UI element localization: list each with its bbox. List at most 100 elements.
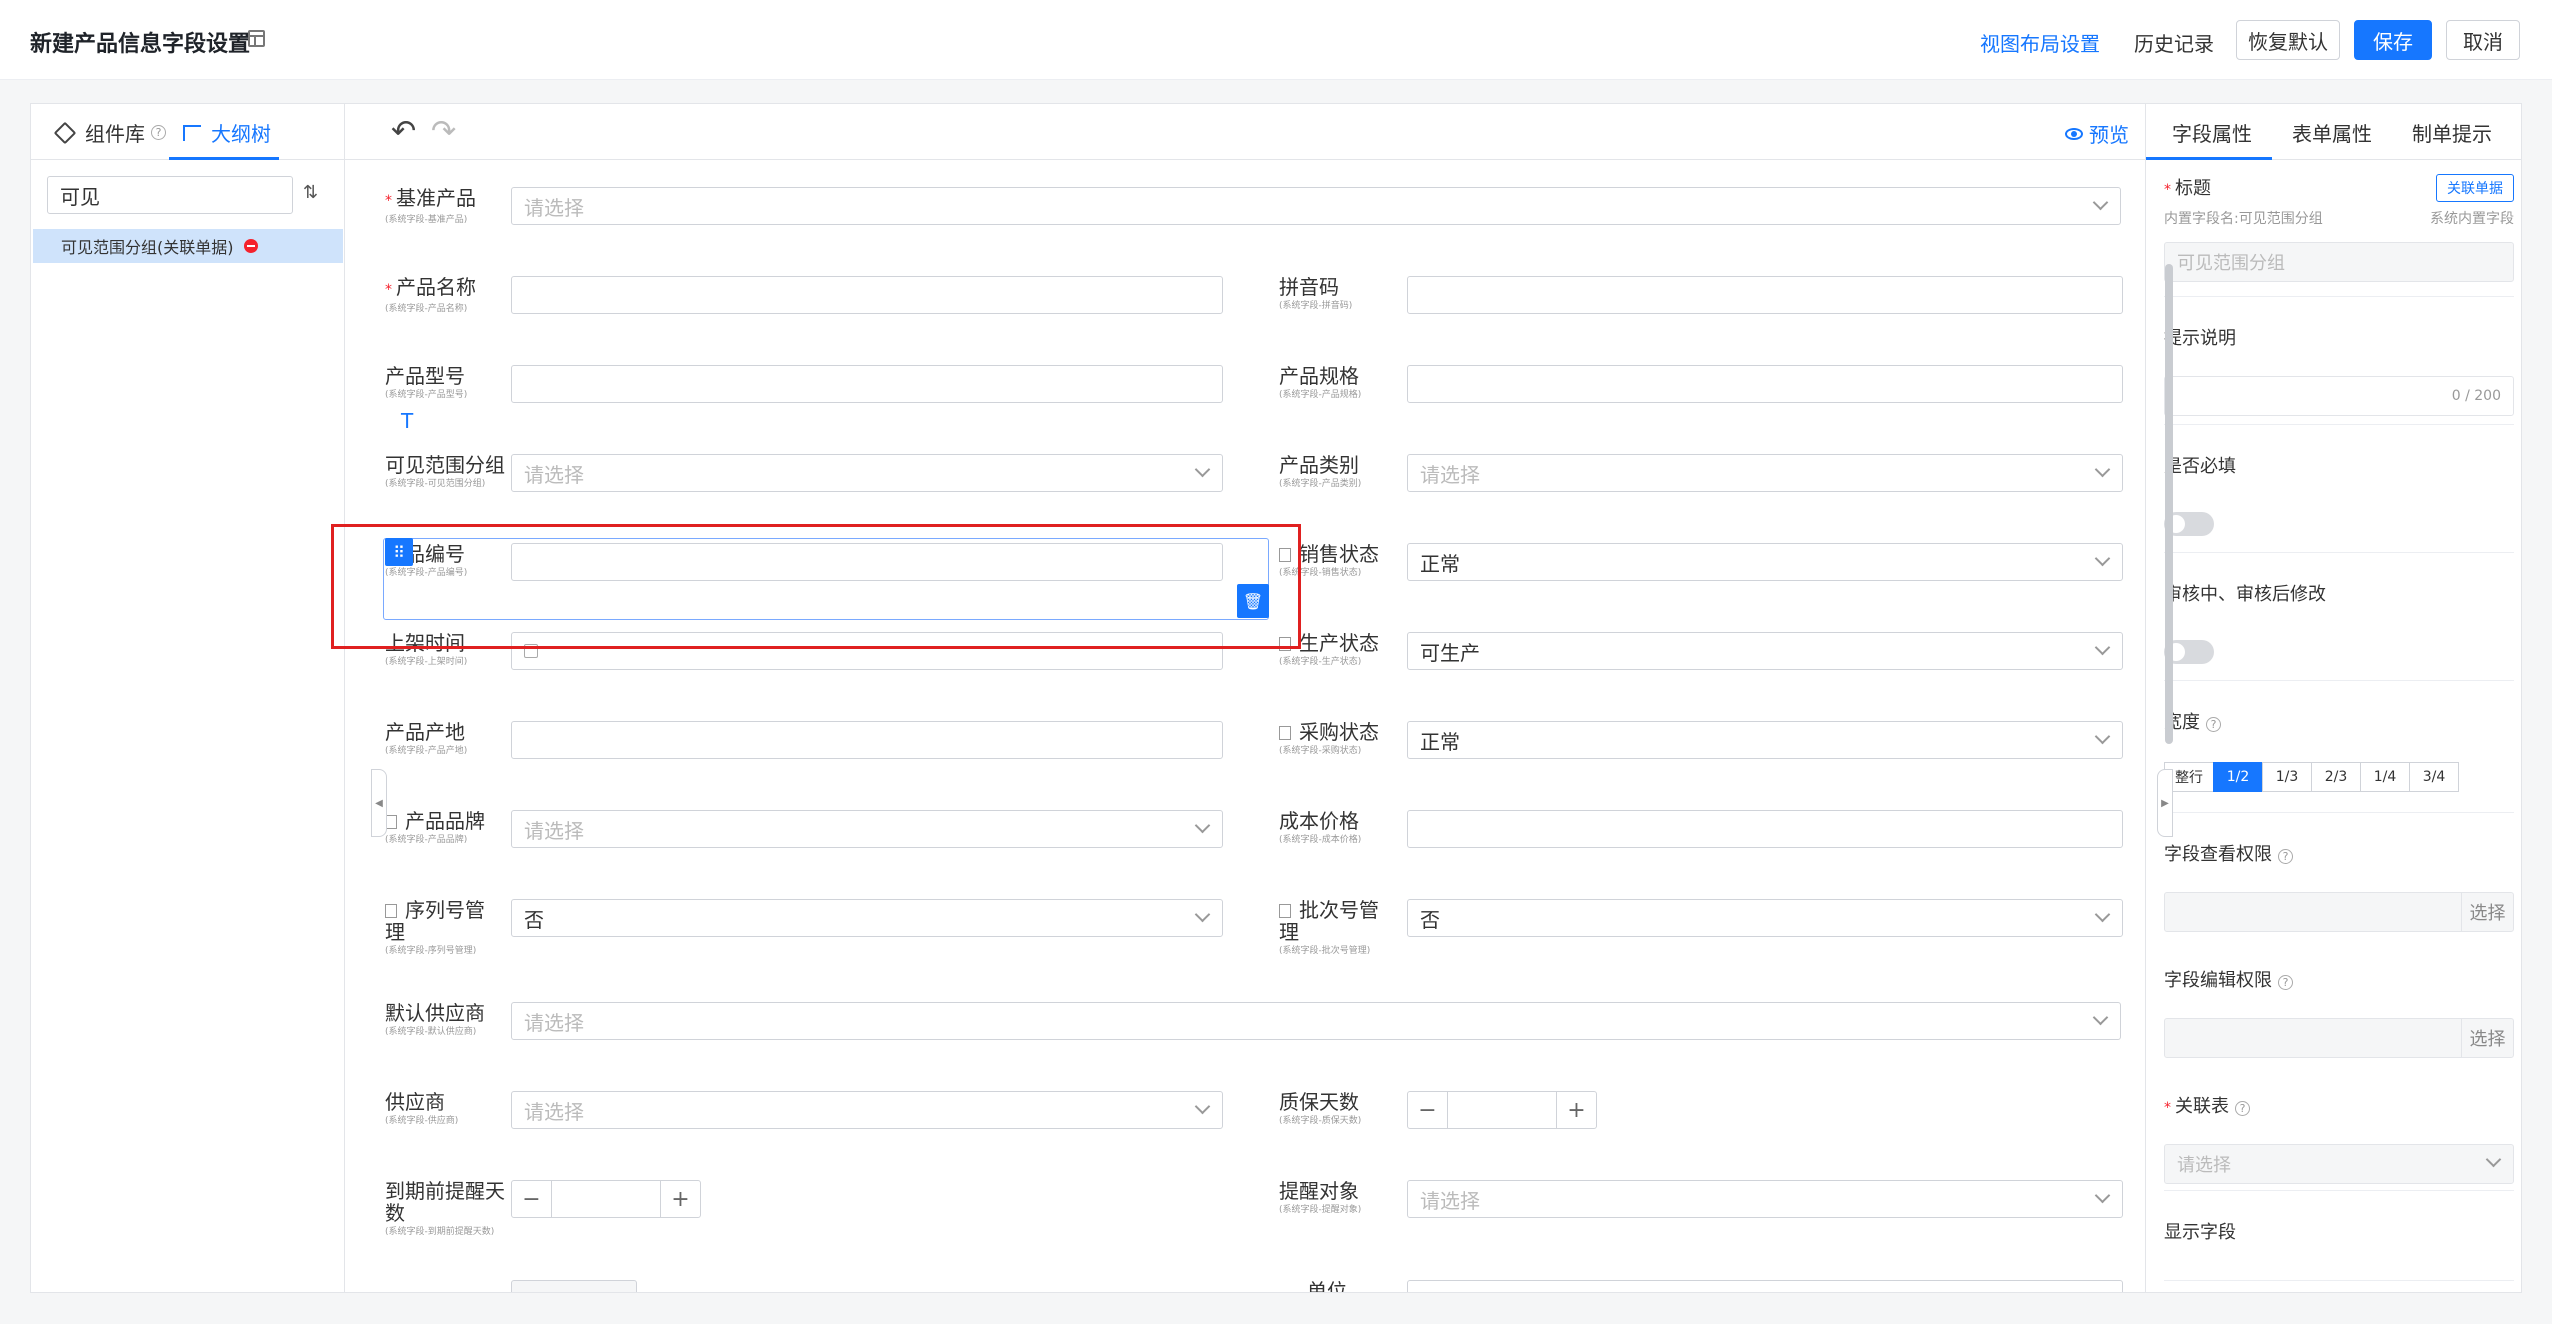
- tab-field-props[interactable]: 字段属性: [2172, 118, 2252, 147]
- field-pinyin[interactable]: 拼音码 (系统字段-拼音码): [1279, 276, 2123, 336]
- field-base-product[interactable]: * 基准产品 (系统字段-基准产品) 请选择: [385, 187, 2121, 247]
- chevron-down-icon: [2094, 550, 2111, 567]
- field-cutoff-left[interactable]: [385, 1280, 1245, 1292]
- field-batch[interactable]: 批次号管理 (系统字段-批次号管理) 否: [1279, 898, 2123, 959]
- visible-group-select[interactable]: 请选择: [511, 454, 1223, 492]
- sales-status-select[interactable]: 正常: [1407, 543, 2123, 581]
- cancel-button[interactable]: 取消: [2446, 20, 2520, 60]
- field-sales-status[interactable]: 销售状态 (系统字段-销售状态) 正常: [1279, 543, 2123, 603]
- field-label: 批次号管理: [1279, 898, 1379, 944]
- field-cost[interactable]: 成本价格 (系统字段-成本价格): [1279, 810, 2123, 870]
- collapse-right-handle[interactable]: ▶: [2157, 769, 2173, 837]
- width-option[interactable]: 2/3: [2311, 762, 2361, 792]
- history-link[interactable]: 历史记录: [2134, 28, 2214, 57]
- field-prod-status[interactable]: 生产状态 (系统字段-生产状态) 可生产: [1279, 632, 2123, 692]
- page-title: 新建产品信息字段设置: [30, 32, 251, 57]
- field-label: 产品名称: [396, 275, 476, 299]
- undo-icon[interactable]: ↶: [391, 114, 416, 149]
- unit-select[interactable]: [1407, 1280, 2123, 1292]
- plus-button[interactable]: +: [1556, 1092, 1596, 1128]
- expiry-remind-stepper[interactable]: − +: [511, 1180, 701, 1218]
- field-label: 采购状态: [1299, 720, 1379, 744]
- field-expiry-remind[interactable]: 到期前提醒天数 (系统字段-到期前提醒天数) − +: [385, 1180, 1245, 1240]
- field-category[interactable]: 产品类别 (系统字段-产品类别) 请选择: [1279, 454, 2123, 514]
- cost-input[interactable]: [1407, 810, 2123, 848]
- pick-button[interactable]: 选择: [2461, 1019, 2513, 1057]
- purchase-status-select[interactable]: 正常: [1407, 721, 2123, 759]
- prod-status-select[interactable]: 可生产: [1407, 632, 2123, 670]
- pinyin-input[interactable]: [1407, 276, 2123, 314]
- canvas-scrollbar[interactable]: [2165, 264, 2173, 744]
- supplier-select[interactable]: 请选择: [511, 1091, 1223, 1129]
- redo-icon[interactable]: ↷: [431, 114, 456, 149]
- plus-button[interactable]: +: [660, 1181, 700, 1217]
- tab-outline-label: 大纲树: [211, 122, 271, 146]
- model-input[interactable]: [511, 365, 1223, 403]
- remove-icon[interactable]: [243, 239, 258, 253]
- batch-select[interactable]: 否: [1407, 899, 2123, 937]
- save-button[interactable]: 保存: [2354, 20, 2432, 60]
- view-perm-input[interactable]: 选择: [2164, 892, 2514, 932]
- field-purchase-status[interactable]: 采购状态 (系统字段-采购状态) 正常: [1279, 720, 2123, 781]
- spec-input[interactable]: [1407, 365, 2123, 403]
- required-section: 是否必填: [2164, 452, 2514, 536]
- chevron-down-icon: [2092, 1009, 2109, 1026]
- field-supplier[interactable]: 供应商 (系统字段-供应商) 请选择: [385, 1091, 1245, 1151]
- restore-default-button[interactable]: 恢复默认: [2236, 20, 2340, 60]
- field-serial[interactable]: 序列号管理 (系统字段-序列号管理) 否: [385, 899, 1245, 959]
- category-select[interactable]: 请选择: [1407, 454, 2123, 492]
- title-input[interactable]: 可见范围分组: [2164, 242, 2514, 282]
- hint-input[interactable]: 0 / 200: [2164, 376, 2514, 416]
- minus-button[interactable]: −: [512, 1181, 552, 1217]
- field-remind-target[interactable]: 提醒对象 (系统字段-提醒对象) 请选择: [1279, 1180, 2123, 1240]
- tab-outline[interactable]: 大纲树: [183, 118, 271, 147]
- view-layout-link[interactable]: 视图布局设置: [1980, 28, 2100, 57]
- chevron-down-icon: [2094, 906, 2111, 923]
- tab-tips[interactable]: 制单提示: [2412, 118, 2492, 147]
- width-option[interactable]: 3/4: [2409, 762, 2459, 792]
- field-brand[interactable]: 产品品牌 (系统字段-产品品牌) 请选择: [385, 810, 1245, 870]
- brand-select[interactable]: 请选择: [511, 810, 1223, 848]
- width-options: 整行 1/2 1/3 2/3 1/4 3/4: [2164, 762, 2514, 792]
- field-visible-group[interactable]: 可见范围分组 (系统字段-可见范围分组) 请选择: [385, 454, 1245, 514]
- field-warranty[interactable]: 质保天数 (系统字段-质保天数) − +: [1279, 1091, 2121, 1151]
- remind-target-select[interactable]: 请选择: [1407, 1180, 2123, 1218]
- edit-perm-input[interactable]: 选择: [2164, 1018, 2514, 1058]
- help-icon: ?: [2278, 849, 2293, 864]
- tab-form-props[interactable]: 表单属性: [2292, 118, 2372, 147]
- warranty-stepper[interactable]: − +: [1407, 1091, 1597, 1129]
- field-spec[interactable]: 产品规格 (系统字段-产品规格): [1279, 365, 2123, 425]
- view-perm-section: 字段查看权限? 选择: [2164, 840, 2514, 932]
- hint-section: 提示说明 0 / 200: [2164, 324, 2514, 416]
- default-supplier-select[interactable]: 请选择: [511, 1002, 2121, 1040]
- collapse-left-handle[interactable]: ◀: [371, 769, 387, 837]
- product-name-input[interactable]: [511, 276, 1223, 314]
- width-option[interactable]: 1/3: [2262, 762, 2312, 792]
- hint-label: 提示说明: [2164, 328, 2236, 349]
- tree-item-visible-group[interactable]: 可见范围分组(关联单据): [33, 229, 343, 263]
- width-option[interactable]: 1/4: [2360, 762, 2410, 792]
- link-doc-button[interactable]: 关联单据: [2436, 174, 2514, 202]
- field-default-supplier[interactable]: 默认供应商 (系统字段-默认供应商) 请选择: [385, 1002, 2121, 1062]
- preview-button[interactable]: 预览: [2065, 119, 2129, 148]
- base-product-select[interactable]: 请选择: [511, 187, 2121, 225]
- tab-components[interactable]: 组件库 ?: [53, 118, 166, 147]
- width-option-selected[interactable]: 1/2: [2213, 762, 2263, 792]
- field-origin[interactable]: 产品产地 (系统字段-产品产地): [385, 721, 1245, 781]
- field-model[interactable]: 产品型号 (系统字段-产品型号): [385, 365, 1245, 425]
- field-unit[interactable]: 单位: [1279, 1280, 2123, 1292]
- chevron-down-icon: [2094, 461, 2111, 478]
- tab-underline: [169, 157, 279, 160]
- builtin-name: 内置字段名:可见范围分组: [2164, 211, 2323, 227]
- sort-icon[interactable]: ⇅: [303, 182, 318, 203]
- layout-icon[interactable]: [248, 30, 265, 47]
- field-product-name[interactable]: * 产品名称 (系统字段-产品名称): [385, 276, 1245, 336]
- related-table-select[interactable]: 请选择: [2164, 1144, 2514, 1184]
- origin-input[interactable]: [511, 721, 1223, 759]
- pick-button[interactable]: 选择: [2461, 893, 2513, 931]
- serial-select[interactable]: 否: [511, 899, 1223, 937]
- outline-search-input[interactable]: [47, 176, 293, 214]
- field-label: 基准产品: [396, 186, 476, 210]
- chevron-down-icon: [2094, 728, 2111, 745]
- minus-button[interactable]: −: [1408, 1092, 1448, 1128]
